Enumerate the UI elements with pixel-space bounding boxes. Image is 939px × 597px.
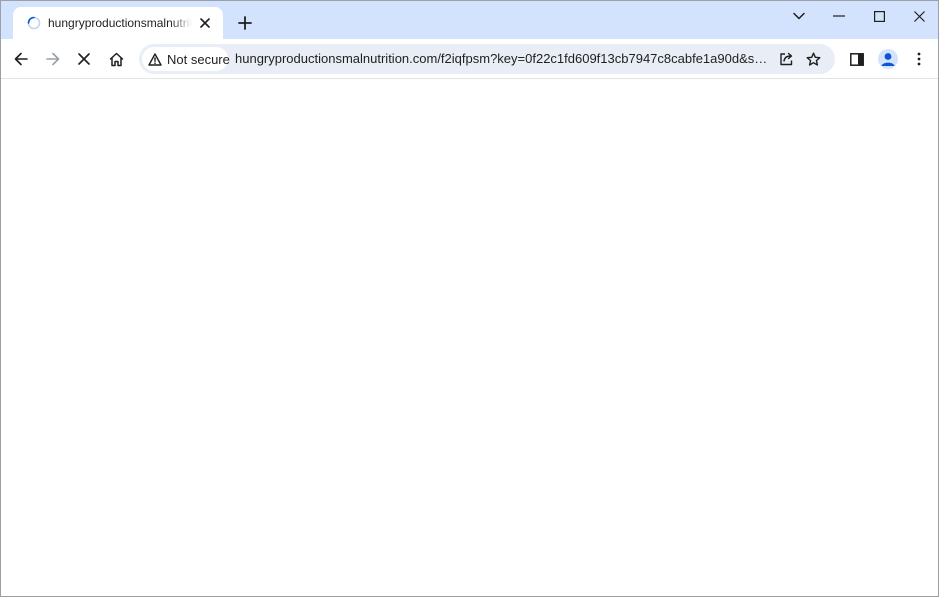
minimize-icon: [833, 15, 845, 17]
side-panel-icon: [850, 52, 864, 66]
page-content-area: [1, 79, 938, 596]
star-icon: [806, 52, 820, 66]
menu-button[interactable]: [905, 45, 933, 73]
minimize-button[interactable]: [819, 1, 859, 31]
browser-window: hungryproductionsmalnutrition.com: [0, 0, 939, 597]
stop-x-icon: [78, 53, 90, 65]
stop-loading-button[interactable]: [70, 45, 98, 73]
maximize-icon: [873, 10, 885, 22]
forward-button[interactable]: [39, 45, 67, 73]
close-tab-button[interactable]: [197, 15, 213, 31]
home-button[interactable]: [102, 45, 130, 73]
share-button[interactable]: [774, 47, 798, 71]
close-window-button[interactable]: [899, 1, 938, 31]
tab-search-button[interactable]: [779, 1, 819, 31]
profile-avatar-icon: [878, 49, 898, 69]
bookmark-button[interactable]: [801, 47, 825, 71]
profile-button[interactable]: [874, 45, 902, 73]
loading-spinner-icon: [27, 16, 41, 30]
kebab-menu-icon: [917, 52, 921, 66]
maximize-button[interactable]: [859, 1, 899, 31]
close-icon: [913, 10, 925, 22]
security-label: Not secure: [167, 51, 230, 67]
plus-icon: [238, 16, 252, 30]
warning-triangle-icon: [148, 52, 162, 66]
tab-strip: hungryproductionsmalnutrition.com: [1, 1, 938, 39]
tab-title: hungryproductionsmalnutrition.com: [48, 16, 192, 30]
side-panel-button[interactable]: [843, 45, 871, 73]
address-bar[interactable]: Not secure hungryproductionsmalnutrition…: [139, 44, 835, 74]
toolbar: Not secure hungryproductionsmalnutrition…: [1, 39, 938, 79]
new-tab-button[interactable]: [233, 11, 257, 35]
share-icon: [779, 52, 792, 66]
security-indicator-chip[interactable]: Not secure: [142, 47, 230, 71]
close-icon: [200, 18, 210, 28]
home-icon: [109, 52, 123, 66]
chevron-down-icon: [793, 12, 805, 20]
arrow-left-icon: [14, 52, 28, 66]
active-tab[interactable]: hungryproductionsmalnutrition.com: [13, 7, 223, 39]
arrow-right-icon: [46, 52, 60, 66]
back-button[interactable]: [7, 45, 35, 73]
url-text[interactable]: hungryproductionsmalnutrition.com/f2iqfp…: [235, 51, 773, 66]
